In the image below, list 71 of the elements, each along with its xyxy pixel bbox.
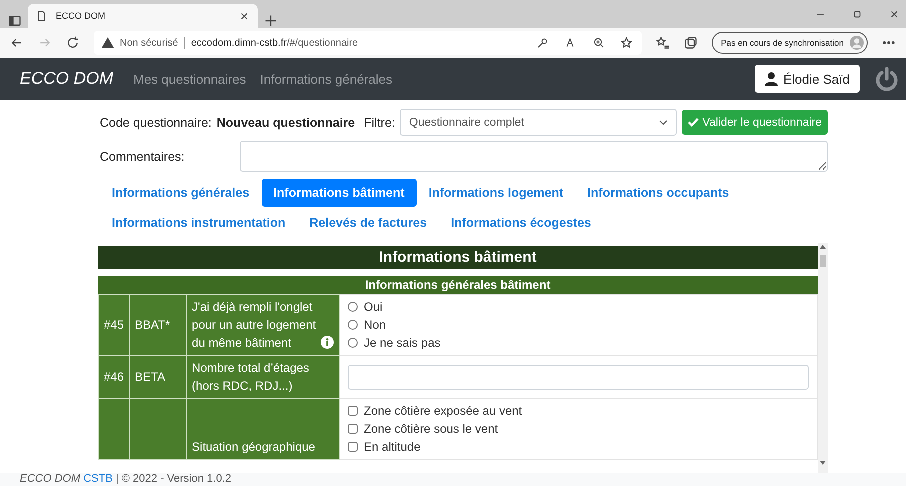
section-tab[interactable]: Relevés de factures	[298, 209, 440, 237]
radio-button[interactable]	[348, 338, 358, 348]
section-tab[interactable]: Informations écogestes	[439, 209, 604, 237]
input-field[interactable]	[348, 364, 809, 390]
section-tab[interactable]: Informations instrumentation	[100, 209, 298, 237]
option-label: Je ne sais pas	[364, 336, 441, 350]
filter-label: Filtre:	[364, 116, 396, 130]
browser-tab[interactable]: ECCO DOM	[28, 4, 258, 28]
code-label: Code questionnaire:	[100, 116, 212, 130]
question-label: Nombre total d’étages (hors RDC, RDJ...)	[192, 360, 310, 395]
checkbox-button[interactable]	[348, 424, 358, 434]
question-number: #45	[104, 318, 124, 332]
scrollbar-thumb[interactable]	[820, 255, 826, 267]
warning-icon[interactable]	[102, 37, 114, 49]
checkbox-button[interactable]	[348, 406, 358, 416]
info-icon[interactable]	[321, 336, 334, 349]
scroll-down-icon[interactable]	[820, 461, 826, 465]
power-icon[interactable]	[874, 66, 900, 92]
url-text: eccodom.dimn-cstb.fr/#/questionnaire	[191, 38, 358, 48]
scroll-up-icon[interactable]	[820, 245, 826, 249]
question-label: Situation géographique	[192, 439, 316, 456]
chevron-icon	[658, 120, 668, 126]
question-code: BBAT*	[135, 318, 170, 332]
nav-link[interactable]: Informations générales	[260, 72, 392, 86]
code-value: Nouveau questionnaire	[216, 116, 356, 130]
user-button[interactable]: Élodie Saïd	[754, 65, 860, 93]
new-tab-icon[interactable]	[264, 14, 278, 28]
section-tab[interactable]: Informations générales	[100, 179, 262, 207]
comments-label: Commentaires:	[100, 150, 185, 164]
option-label: Oui	[364, 300, 383, 314]
back-icon[interactable]	[10, 36, 24, 50]
tab-actions-icon[interactable]	[8, 14, 22, 28]
validate-button[interactable]: Valider le questionnaire	[682, 110, 828, 135]
filter-dropdown[interactable]: Questionnaire complet	[400, 109, 677, 136]
question-label: J'ai déjà rempli l'onglet pour un autre logement du même bâtiment	[192, 299, 318, 352]
refresh-icon[interactable]	[66, 36, 80, 50]
question-code: BETA	[135, 370, 166, 384]
close-icon[interactable]	[889, 8, 900, 20]
user-icon	[764, 72, 778, 86]
section-title: Informations bâtiment	[98, 246, 818, 269]
option-label: Non	[364, 318, 386, 332]
security-label: Non sécurisé	[120, 38, 178, 48]
sync-button[interactable]: Pas en cours de synchronisation	[712, 32, 868, 54]
favorites-icon[interactable]	[656, 36, 670, 50]
close-icon[interactable]	[239, 10, 250, 22]
option-label: Zone côtière sous le vent	[364, 422, 498, 436]
collections-icon[interactable]	[684, 36, 698, 50]
subsection-header: Informations générales bâtiment	[98, 276, 818, 294]
key-icon[interactable]	[537, 37, 550, 49]
check-icon	[688, 118, 699, 127]
nav-link[interactable]: Mes questionnaires	[134, 72, 246, 86]
comments-field[interactable]	[240, 141, 828, 172]
zoom-icon[interactable]	[593, 37, 606, 49]
avatar-icon	[850, 36, 864, 50]
radio-button[interactable]	[348, 302, 358, 312]
radio-button[interactable]	[348, 320, 358, 330]
app-brand[interactable]: ECCO DOM	[20, 69, 114, 89]
checkbox-button[interactable]	[348, 442, 358, 452]
address-bar[interactable]: Non sécurisé eccodom.dimn-cstb.fr/#/questionnaire	[94, 31, 642, 55]
section-tab[interactable]: Informations bâtiment	[262, 179, 417, 207]
section-tab[interactable]: Informations logement	[416, 179, 576, 207]
footer-link[interactable]: CSTB	[84, 473, 113, 485]
footer-text: ECCO DOM CSTB | © 2022 - Version 1.0.2	[20, 473, 232, 485]
restore-icon[interactable]	[852, 8, 863, 20]
question-number: #46	[104, 370, 124, 384]
favorite-add-icon[interactable]	[621, 36, 634, 50]
section-tab[interactable]: Informations occupants	[576, 179, 742, 207]
scrollbar[interactable]	[818, 243, 828, 473]
option-label: Zone côtière exposée au vent	[364, 404, 522, 418]
page-icon[interactable]	[36, 10, 48, 22]
option-label: En altitude	[364, 440, 421, 454]
